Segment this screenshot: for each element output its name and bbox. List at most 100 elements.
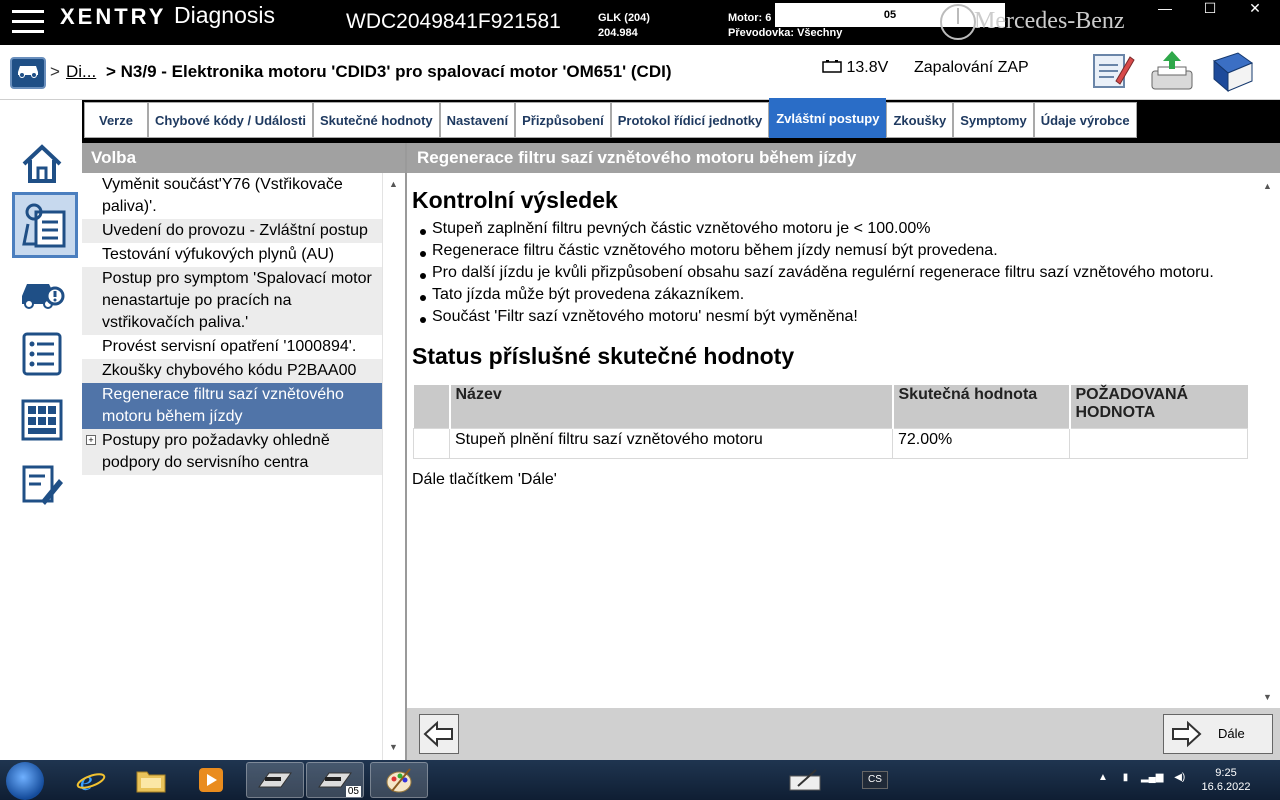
next-button[interactable]: Dále	[1163, 714, 1273, 754]
language-indicator[interactable]: CS	[862, 771, 888, 789]
battery-status: 13.8V	[822, 59, 888, 77]
maker-brand: Mercedes-Benz	[974, 8, 1125, 34]
selection-panel: Volba Vyměnit součást'Y76 (Vstřikovače p…	[82, 143, 407, 760]
table-header	[413, 385, 450, 428]
vehicle-model: GLK (204) 204.984	[598, 11, 650, 41]
minimize-button[interactable]: —	[1150, 0, 1180, 20]
battery-tray-icon[interactable]: ▮	[1123, 772, 1129, 783]
scroll-down-icon[interactable]: ▼	[389, 742, 398, 752]
breadcrumb-separator: >	[50, 62, 60, 81]
home-icon[interactable]	[14, 136, 70, 192]
task-badge: 05	[345, 786, 361, 797]
next-instruction: Dále tlačítkem 'Dále'	[412, 470, 557, 488]
table-row: Stupeň plnění filtru sazí vznětového mot…	[413, 427, 1248, 459]
result-bullet: Stupeň zaplnění filtru pevných částic vz…	[412, 218, 1252, 240]
list-item[interactable]: Postup pro symptom 'Spalovací motor nena…	[82, 267, 384, 335]
list-item-expandable[interactable]: + Postupy pro požadavky ohledně podpory …	[82, 429, 384, 475]
voltage-value: 13.8V	[846, 59, 889, 76]
close-button[interactable]: ✕	[1240, 0, 1270, 20]
breadcrumb-link[interactable]: Di...	[66, 62, 96, 82]
paint-icon[interactable]	[370, 762, 428, 798]
list-item[interactable]: Testování výfukových plynů (AU)	[82, 243, 384, 267]
tab-bar: Verze Chybové kódy / Události Skutečné h…	[84, 98, 1137, 138]
tab-skutecne-hodnoty[interactable]: Skutečné hodnoty	[312, 102, 440, 138]
control-units-icon[interactable]	[14, 392, 70, 448]
tab-prizpusobeni[interactable]: Přizpůsobení	[515, 102, 611, 138]
expand-icon[interactable]: +	[86, 435, 96, 445]
start-button-icon[interactable]	[6, 762, 44, 800]
table-header-row: Název Skutečná hodnota POŽADOVANÁ HODNOT…	[413, 385, 1248, 428]
vehicle-button[interactable]	[10, 57, 46, 89]
selection-panel-title: Volba	[82, 143, 405, 173]
list-icon[interactable]	[14, 326, 70, 382]
clock[interactable]: 9:25 16.6.2022	[1196, 766, 1256, 794]
tab-nastaveni[interactable]: Nastavení	[439, 102, 516, 138]
windows-taskbar: e 05 CS ▲ ▮ ▂▄▆ ◀) 9:25 16.6.2022	[0, 760, 1280, 800]
procedure-list: Vyměnit součást'Y76 (Vstřikovače paliva)…	[82, 173, 384, 475]
next-button-label: Dále	[1218, 726, 1245, 741]
app-brand: XENTRY	[60, 4, 167, 29]
manual-book-icon[interactable]	[1208, 49, 1256, 93]
system-tray: ▲ ▮ ▂▄▆ ◀)	[1098, 772, 1185, 783]
transmission-label: Převodovka: Všechny	[728, 27, 843, 39]
tab-chybove-kody[interactable]: Chybové kódy / Události	[148, 102, 313, 138]
table-cell	[413, 427, 450, 459]
xentry-task-icon[interactable]	[246, 762, 304, 798]
back-arrow-icon	[423, 720, 453, 748]
left-navigation	[0, 100, 82, 760]
tab-zkousky[interactable]: Zkoušky	[886, 102, 954, 138]
list-item[interactable]: Vyměnit součást'Y76 (Vstřikovače paliva)…	[82, 173, 384, 219]
title-bar: XENTRY Diagnosis WDC2049841F921581 GLK (…	[0, 0, 1280, 45]
procedure-title: Regenerace filtru sazí vznětového motoru…	[407, 143, 1280, 173]
scroll-down-icon[interactable]: ▼	[1263, 692, 1272, 702]
right-scrollbar[interactable]: ▲ ▼	[1257, 173, 1280, 708]
table-header: POŽADOVANÁ HODNOTA	[1068, 385, 1248, 428]
list-item-label: Postupy pro požadavky ohledně podpory do…	[102, 432, 330, 471]
result-list: Stupeň zaplnění filtru pevných částic vz…	[412, 218, 1252, 328]
menu-icon[interactable]	[12, 10, 44, 34]
list-item[interactable]: Provést servisní opatření '1000894'.	[82, 335, 384, 359]
app-name: Diagnosis	[174, 2, 275, 28]
left-scrollbar[interactable]: ▲ ▼	[382, 173, 405, 760]
list-item[interactable]: Zkoušky chybového kódu P2BAA00	[82, 359, 384, 383]
result-heading: Kontrolní výsledek	[412, 187, 618, 213]
diagnosis-nav-icon[interactable]	[12, 192, 78, 258]
tab-protokol[interactable]: Protokol řídicí jednotky	[610, 102, 770, 138]
tray-expand-icon[interactable]: ▲	[1098, 772, 1108, 783]
xentry-task-icon-2[interactable]: 05	[306, 762, 364, 798]
media-player-icon[interactable]	[182, 762, 240, 798]
procedure-panel: Regenerace filtru sazí vznětového motoru…	[407, 143, 1280, 760]
table-cell: 72.00%	[892, 427, 1070, 459]
scroll-up-icon[interactable]: ▲	[1263, 181, 1272, 191]
print-icon[interactable]	[1148, 49, 1196, 93]
list-item-selected[interactable]: Regenerace filtru sazí vznětového motoru…	[82, 383, 384, 429]
table-header: Název	[448, 385, 893, 428]
tablet-input-icon[interactable]	[776, 762, 834, 798]
vehicle-check-icon[interactable]	[14, 264, 70, 320]
tab-symptomy[interactable]: Symptomy	[953, 102, 1034, 138]
model-line-2: 204.984	[598, 27, 638, 39]
table-cell	[1069, 427, 1248, 459]
internet-explorer-icon[interactable]: e	[62, 762, 120, 798]
restore-button[interactable]: ☐	[1195, 0, 1225, 20]
procedure-content: Kontrolní výsledek Stupeň zaplnění filtr…	[412, 187, 1252, 489]
service-tools-icon[interactable]	[14, 456, 70, 512]
action-bar: Dále	[407, 708, 1280, 760]
scroll-up-icon[interactable]: ▲	[389, 179, 398, 189]
mercedes-star-icon	[940, 4, 976, 40]
battery-icon	[822, 60, 842, 73]
table-header: Skutečná hodnota	[891, 385, 1070, 428]
volume-icon[interactable]: ◀)	[1174, 772, 1185, 783]
result-bullet: Pro další jízdu je kvůli přizpůsobení ob…	[412, 262, 1252, 284]
edit-notes-icon[interactable]	[1088, 49, 1136, 93]
tab-udaje-vyrobce[interactable]: Údaje výrobce	[1033, 102, 1137, 138]
list-item[interactable]: Uvedení do provozu - Zvláštní postup	[82, 219, 384, 243]
result-bullet: Tato jízda může být provedena zákazníkem…	[412, 284, 1252, 306]
back-button[interactable]	[419, 714, 459, 754]
tab-verze[interactable]: Verze	[84, 102, 148, 138]
tab-zvlastni-postupy[interactable]: Zvláštní postupy	[769, 98, 887, 138]
ignition-status: Zapalování ZAP	[914, 59, 1029, 76]
result-bullet: Součást 'Filtr sazí vznětového motoru' n…	[412, 306, 1252, 328]
file-explorer-icon[interactable]	[122, 762, 180, 798]
signal-icon[interactable]: ▂▄▆	[1141, 772, 1163, 783]
